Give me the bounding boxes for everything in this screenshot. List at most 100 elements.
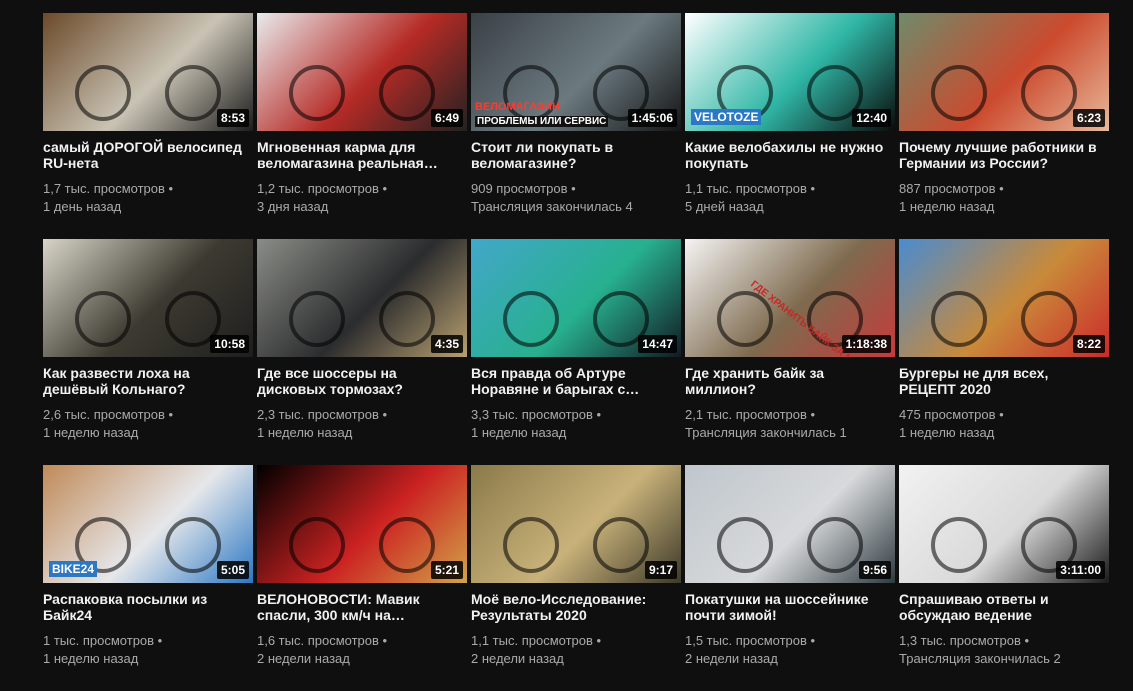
video-card[interactable]: 1:45:06 ВЕЛОМАГАЗИН ПРОБЛЕМЫ ИЛИ СЕРВИС С… xyxy=(471,13,681,239)
video-thumbnail[interactable]: 1:45:06 ВЕЛОМАГАЗИН ПРОБЛЕМЫ ИЛИ СЕРВИС xyxy=(471,13,681,131)
video-thumbnail[interactable]: 5:21 xyxy=(257,465,467,583)
wheel-shape xyxy=(503,517,559,573)
video-title[interactable]: ВЕЛОНОВОСТИ: Мавик спасли, 300 км/ч на… xyxy=(257,591,467,623)
duration-badge: 5:05 xyxy=(216,561,249,579)
video-views: 1,6 тыс. просмотров • xyxy=(257,633,388,648)
video-card[interactable]: 1:18:38 ГДЕ ХРАНИТЬ БАЙК ЗА МИЛЛИОН Где … xyxy=(685,239,895,465)
video-title[interactable]: самый ДОРОГОЙ велосипед RU-нета xyxy=(43,139,253,171)
video-thumbnail[interactable]: 6:23 xyxy=(899,13,1109,131)
video-title[interactable]: Где хранить байк за миллион? xyxy=(685,365,895,397)
video-age: 1 неделю назад xyxy=(471,425,567,440)
duration-badge: 1:45:06 xyxy=(627,109,677,127)
video-title[interactable]: Где все шоссеры на дисковых тормозах? xyxy=(257,365,467,397)
video-title[interactable]: Моё вело-Исследование: Результаты 2020 xyxy=(471,591,681,623)
video-age: 1 неделю назад xyxy=(899,425,995,440)
wheel-shape xyxy=(379,65,435,121)
video-views: 1,5 тыс. просмотров • xyxy=(685,633,816,648)
video-views: 475 просмотров • xyxy=(899,407,1004,422)
wheel-shape xyxy=(379,291,435,347)
video-title[interactable]: Бургеры не для всех, РЕЦЕПТ 2020 xyxy=(899,365,1109,397)
video-views: 2,3 тыс. просмотров • xyxy=(257,407,388,422)
video-age: Трансляция закончилась 2 xyxy=(899,651,1061,666)
video-age: 3 дня назад xyxy=(257,199,329,214)
duration-badge: 1:18:38 xyxy=(841,335,891,353)
video-title[interactable]: Какие велобахилы не нужно покупать xyxy=(685,139,895,171)
wheel-shape xyxy=(75,65,131,121)
video-card[interactable]: 3:11:00 Спрашиваю ответы и обсуждаю веде… xyxy=(899,465,1109,691)
wheel-shape xyxy=(379,517,435,573)
wheel-shape xyxy=(289,517,345,573)
video-views: 1,2 тыс. просмотров • xyxy=(257,181,388,196)
duration-badge: 6:23 xyxy=(1072,109,1105,127)
video-card[interactable]: 6:49 Мгновенная карма для веломагазина р… xyxy=(257,13,467,239)
wheel-shape xyxy=(717,291,773,347)
wheel-shape xyxy=(503,291,559,347)
video-title[interactable]: Стоит ли покупать в веломагазине? xyxy=(471,139,681,171)
video-title[interactable]: Покатушки на шоссейнике почти зимой! xyxy=(685,591,895,623)
wheel-shape xyxy=(807,517,863,573)
wheel-shape xyxy=(75,291,131,347)
duration-badge: 9:56 xyxy=(858,561,891,579)
wheel-shape xyxy=(289,291,345,347)
thumbnail-logo: VELOTOZE xyxy=(691,109,762,125)
video-title[interactable]: Почему лучшие работники в Германии из Ро… xyxy=(899,139,1109,171)
video-age: 2 недели назад xyxy=(257,651,350,666)
video-thumbnail[interactable]: 8:22 xyxy=(899,239,1109,357)
wheel-shape xyxy=(1021,65,1077,121)
video-card[interactable]: 8:22 Бургеры не для всех, РЕЦЕПТ 2020 47… xyxy=(899,239,1109,465)
wheel-shape xyxy=(289,65,345,121)
video-views: 2,1 тыс. просмотров • xyxy=(685,407,816,422)
video-thumbnail[interactable]: 1:18:38 ГДЕ ХРАНИТЬ БАЙК ЗА МИЛЛИОН xyxy=(685,239,895,357)
video-card[interactable]: 12:40 VELOTOZE Какие велобахилы не нужно… xyxy=(685,13,895,239)
duration-badge: 9:17 xyxy=(644,561,677,579)
video-age: 1 неделю назад xyxy=(257,425,353,440)
video-card[interactable]: 5:05 BIKE24 Распаковка посылки из Байк24… xyxy=(43,465,253,691)
video-thumbnail[interactable]: 3:11:00 xyxy=(899,465,1109,583)
video-card[interactable]: 10:58 Как развести лоха на дешёвый Кольн… xyxy=(43,239,253,465)
duration-badge: 14:47 xyxy=(638,335,677,353)
wheel-shape xyxy=(931,65,987,121)
duration-badge: 4:35 xyxy=(430,335,463,353)
video-title[interactable]: Спрашиваю ответы и обсуждаю ведение xyxy=(899,591,1109,623)
video-title[interactable]: Как развести лоха на дешёвый Кольнаго? xyxy=(43,365,253,397)
duration-badge: 6:49 xyxy=(430,109,463,127)
thumbnail-overlay-bottom: ПРОБЛЕМЫ ИЛИ СЕРВИС xyxy=(475,116,609,127)
wheel-shape xyxy=(1021,291,1077,347)
wheel-shape xyxy=(931,517,987,573)
video-card[interactable]: 6:23 Почему лучшие работники в Германии … xyxy=(899,13,1109,239)
duration-badge: 5:21 xyxy=(430,561,463,579)
video-thumbnail[interactable]: 5:05 BIKE24 xyxy=(43,465,253,583)
duration-badge: 3:11:00 xyxy=(1056,561,1105,579)
video-thumbnail[interactable]: 14:47 xyxy=(471,239,681,357)
video-title[interactable]: Мгновенная карма для веломагазина реальн… xyxy=(257,139,467,171)
video-views: 1,7 тыс. просмотров • xyxy=(43,181,174,196)
video-views: 1,1 тыс. просмотров • xyxy=(471,633,602,648)
thumbnail-overlay-top: ВЕЛОМАГАЗИН xyxy=(475,101,560,113)
video-card[interactable]: 9:56 Покатушки на шоссейнике почти зимой… xyxy=(685,465,895,691)
video-views: 1,1 тыс. просмотров • xyxy=(685,181,816,196)
video-thumbnail[interactable]: 10:58 xyxy=(43,239,253,357)
video-thumbnail[interactable]: 8:53 xyxy=(43,13,253,131)
video-title[interactable]: Распаковка посылки из Байк24 xyxy=(43,591,253,623)
video-views: 909 просмотров • xyxy=(471,181,576,196)
video-title[interactable]: Вся правда об Артуре Норавяне и барыгах … xyxy=(471,365,681,397)
duration-badge: 8:53 xyxy=(216,109,249,127)
video-card[interactable]: 4:35 Где все шоссеры на дисковых тормоза… xyxy=(257,239,467,465)
video-thumbnail[interactable]: 9:17 xyxy=(471,465,681,583)
video-thumbnail[interactable]: 6:49 xyxy=(257,13,467,131)
video-age: 2 недели назад xyxy=(685,651,778,666)
video-age: 1 день назад xyxy=(43,199,122,214)
duration-badge: 10:58 xyxy=(210,335,249,353)
video-card[interactable]: 14:47 Вся правда об Артуре Норавяне и ба… xyxy=(471,239,681,465)
video-card[interactable]: 5:21 ВЕЛОНОВОСТИ: Мавик спасли, 300 км/ч… xyxy=(257,465,467,691)
wheel-shape xyxy=(165,517,221,573)
video-card[interactable]: 8:53 самый ДОРОГОЙ велосипед RU-нета 1,7… xyxy=(43,13,253,239)
video-thumbnail[interactable]: 9:56 xyxy=(685,465,895,583)
video-age: 1 неделю назад xyxy=(43,425,139,440)
video-age: 1 неделю назад xyxy=(43,651,139,666)
video-card[interactable]: 9:17 Моё вело-Исследование: Результаты 2… xyxy=(471,465,681,691)
video-views: 3,3 тыс. просмотров • xyxy=(471,407,602,422)
video-thumbnail[interactable]: 4:35 xyxy=(257,239,467,357)
video-thumbnail[interactable]: 12:40 VELOTOZE xyxy=(685,13,895,131)
wheel-shape xyxy=(717,517,773,573)
